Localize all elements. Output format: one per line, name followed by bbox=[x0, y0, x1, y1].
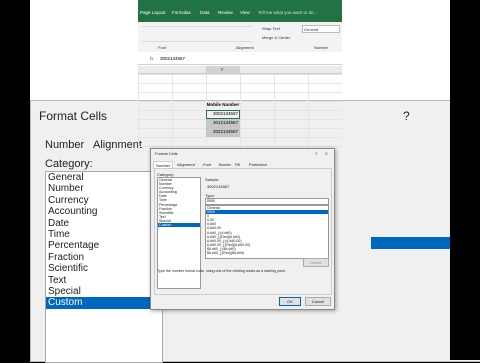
sample-label: Sample bbox=[205, 177, 219, 182]
header-cell[interactable]: Mobile Number bbox=[206, 102, 240, 107]
bg-category-item-2[interactable]: Currency bbox=[46, 195, 162, 206]
tab-page-layout[interactable]: Page Layout bbox=[140, 10, 165, 15]
column-headers: F bbox=[138, 66, 342, 74]
format-cells-dialog: Format Cells ? X Number Alignment Font Bord… bbox=[150, 148, 335, 310]
number-group-label: Number bbox=[314, 45, 329, 50]
cancel-button[interactable]: Cancel bbox=[305, 297, 331, 306]
bg-category-item-11[interactable]: Custom bbox=[46, 297, 162, 309]
tab-alignment[interactable]: Alignment bbox=[175, 161, 197, 168]
fx-icon: fx bbox=[150, 56, 154, 61]
bg-tab-number[interactable]: Number bbox=[45, 139, 84, 151]
bg-category-item-8[interactable]: Scientific bbox=[46, 263, 162, 274]
tab-formulas[interactable]: Formulas bbox=[172, 10, 191, 15]
bg-category-item-1[interactable]: Number bbox=[46, 183, 162, 194]
bg-dialog-title: Format Cells bbox=[39, 109, 108, 123]
ribbon-tab-bar: Page Layout Formulas Data Review View Te… bbox=[138, 0, 342, 22]
bg-category-item-3[interactable]: Accounting bbox=[46, 206, 162, 217]
bg-category-item-7[interactable]: Fraction bbox=[46, 252, 162, 263]
bg-category-item-9[interactable]: Text bbox=[46, 275, 162, 286]
tab-protection[interactable]: Protection bbox=[247, 161, 269, 168]
bg-tab-alignment[interactable]: Alignment bbox=[93, 139, 142, 151]
type-item-11[interactable]: $#,##0_);[Red]($#,##0) bbox=[206, 251, 328, 255]
wrap-text-button[interactable]: Wrap Text bbox=[262, 26, 280, 31]
column-f-header[interactable]: F bbox=[206, 66, 240, 73]
tab-font[interactable]: Font bbox=[201, 161, 213, 168]
tab-fill[interactable]: Fill bbox=[233, 161, 242, 168]
type-input-value: 0000 bbox=[207, 199, 215, 203]
font-controls[interactable] bbox=[142, 26, 252, 42]
help-icon[interactable]: ? bbox=[315, 151, 317, 156]
value-cell-3[interactable]: 3022134567 bbox=[206, 129, 238, 134]
value-cell-2[interactable]: 3012134567 bbox=[206, 120, 238, 125]
tell-me-box[interactable]: Tell me what you want to do... bbox=[258, 10, 317, 15]
tab-review[interactable]: Review bbox=[218, 10, 233, 15]
delete-button[interactable]: Delete bbox=[303, 258, 329, 267]
sample-value: 3002134567 bbox=[207, 184, 230, 189]
bg-help-icon[interactable]: ? bbox=[403, 109, 410, 123]
bg-category-item-6[interactable]: Percentage bbox=[46, 240, 162, 251]
type-list[interactable]: General 0000 0 0.00 #,##0 #,##0.00 #,##0_);(#,… bbox=[205, 205, 329, 259]
screen: Format Cells ? Number Alignment Category… bbox=[0, 0, 480, 363]
bg-category-item-10[interactable]: Special bbox=[46, 286, 162, 297]
font-group-label: Font bbox=[158, 45, 167, 50]
tab-data[interactable]: Data bbox=[200, 10, 210, 15]
letterbox-right bbox=[450, 0, 480, 360]
worksheet-grid[interactable]: Mobile Number 3002134567 3012134567 3022… bbox=[138, 74, 342, 154]
type-input[interactable]: 0000 bbox=[205, 198, 329, 205]
bg-category-item-5[interactable]: Time bbox=[46, 229, 162, 240]
number-format-value: General bbox=[304, 27, 319, 32]
ok-button[interactable]: OK bbox=[279, 297, 301, 306]
column-f-letter: F bbox=[221, 67, 224, 72]
value-cell-1[interactable]: 3002134567 bbox=[206, 111, 238, 116]
hint-text: Type the number format code, using one o… bbox=[157, 269, 286, 273]
alignment-group-label: Alignment bbox=[236, 45, 254, 50]
close-icon[interactable]: X bbox=[325, 151, 328, 156]
dialog-title: Format Cells bbox=[155, 151, 178, 156]
bg-category-label: Category: bbox=[45, 158, 93, 170]
tab-border[interactable]: Border bbox=[217, 161, 233, 168]
number-format-select[interactable]: General bbox=[302, 25, 340, 33]
formula-bar[interactable]: fx 3002134567 bbox=[138, 54, 342, 65]
bg-category-item-0[interactable]: General bbox=[46, 172, 162, 183]
category-item-11[interactable]: Custom bbox=[158, 223, 200, 228]
tab-view[interactable]: View bbox=[240, 10, 250, 15]
bg-category-item-4[interactable]: Date bbox=[46, 218, 162, 229]
merge-center-button[interactable]: Merge & Center bbox=[262, 35, 290, 40]
formula-value: 3002134567 bbox=[160, 56, 186, 61]
letterbox-left bbox=[0, 0, 30, 360]
bg-category-list[interactable]: General Number Currency Accounting Date Time P… bbox=[45, 171, 163, 363]
